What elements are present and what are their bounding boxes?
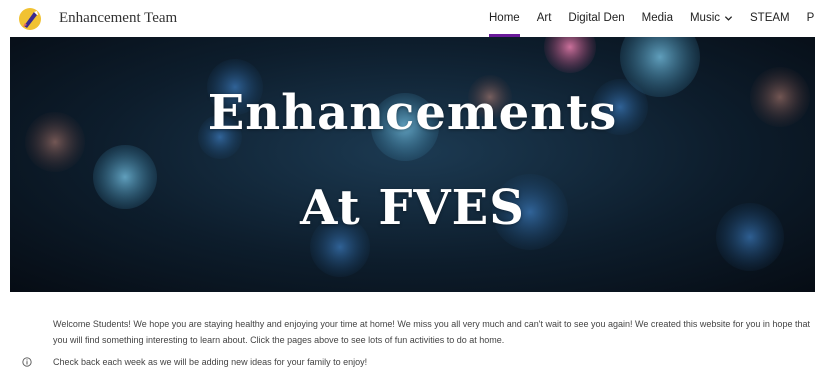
site-title[interactable]: Enhancement Team xyxy=(59,10,177,27)
nav-pe-label: PE xyxy=(806,12,815,24)
nav-home-label: Home xyxy=(489,12,520,24)
nav-art-label: Art xyxy=(536,12,552,24)
nav-digital-den[interactable]: Digital Den xyxy=(568,0,624,37)
main-nav: Home Art Digital Den Media Music STEAM P… xyxy=(489,0,815,37)
hero-title-line-1: Enhancements xyxy=(207,85,618,141)
nav-music-label: Music xyxy=(689,12,720,24)
hero-banner: Enhancements At FVES xyxy=(10,37,815,292)
hero-title-line-2: At FVES xyxy=(300,180,525,236)
info-text: Check back each week as we will be addin… xyxy=(53,357,368,367)
nav-media-label: Media xyxy=(641,12,673,24)
info-icon xyxy=(22,357,32,367)
nav-home[interactable]: Home xyxy=(489,0,520,37)
nav-music[interactable]: Music xyxy=(690,0,733,37)
site-header: Enhancement Team Home Art Digital Den Me… xyxy=(0,0,815,37)
info-callout: Check back each week as we will be addin… xyxy=(22,357,367,367)
chevron-down-icon[interactable] xyxy=(724,14,733,23)
nav-steam[interactable]: STEAM xyxy=(750,0,790,37)
space-shuttle-icon[interactable] xyxy=(18,7,42,31)
nav-steam-label: STEAM xyxy=(750,12,790,24)
nav-media[interactable]: Media xyxy=(642,0,673,37)
nav-art[interactable]: Art xyxy=(537,0,552,37)
welcome-paragraph: Welcome Students! We hope you are stayin… xyxy=(53,319,810,345)
nav-pe[interactable]: PE xyxy=(807,0,815,37)
nav-digital-den-label: Digital Den xyxy=(568,12,625,24)
bokeh-background-image xyxy=(25,37,810,277)
